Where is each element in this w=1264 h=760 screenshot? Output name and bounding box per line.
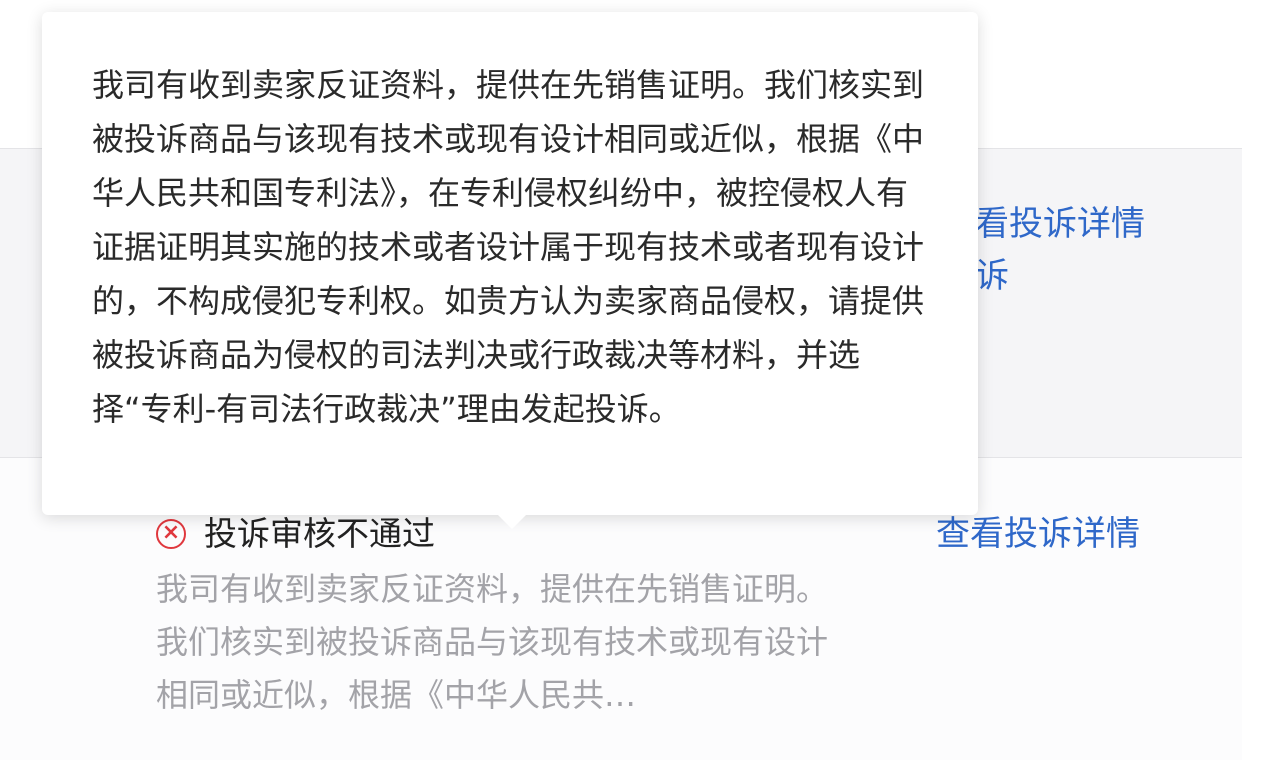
- view-complaint-detail-link-2[interactable]: 查看投诉详情: [936, 514, 1140, 554]
- view-complaint-detail-link-1[interactable]: 看投诉详情: [975, 204, 1145, 244]
- close-circle-icon: ×: [156, 519, 186, 549]
- reason-tooltip: 我司有收到卖家反证资料，提供在先销售证明。我们核实到被投诉商品与该现有技术或现有…: [42, 12, 978, 529]
- reason-tooltip-text: 我司有收到卖家反证资料，提供在先销售证明。我们核实到被投诉商品与该现有技术或现有…: [92, 66, 925, 428]
- status-row-2: × 投诉审核不通过: [156, 512, 435, 556]
- status-text-rejected: 投诉审核不通过: [204, 514, 435, 553]
- appeal-link-1[interactable]: 诉: [975, 256, 1009, 296]
- rejection-reason-summary[interactable]: 我司有收到卖家反证资料，提供在先销售证明。我们核实到被投诉商品与该现有技术或现有…: [156, 563, 846, 722]
- tooltip-arrow: [498, 515, 526, 529]
- scroll-area-edge: [1242, 148, 1264, 760]
